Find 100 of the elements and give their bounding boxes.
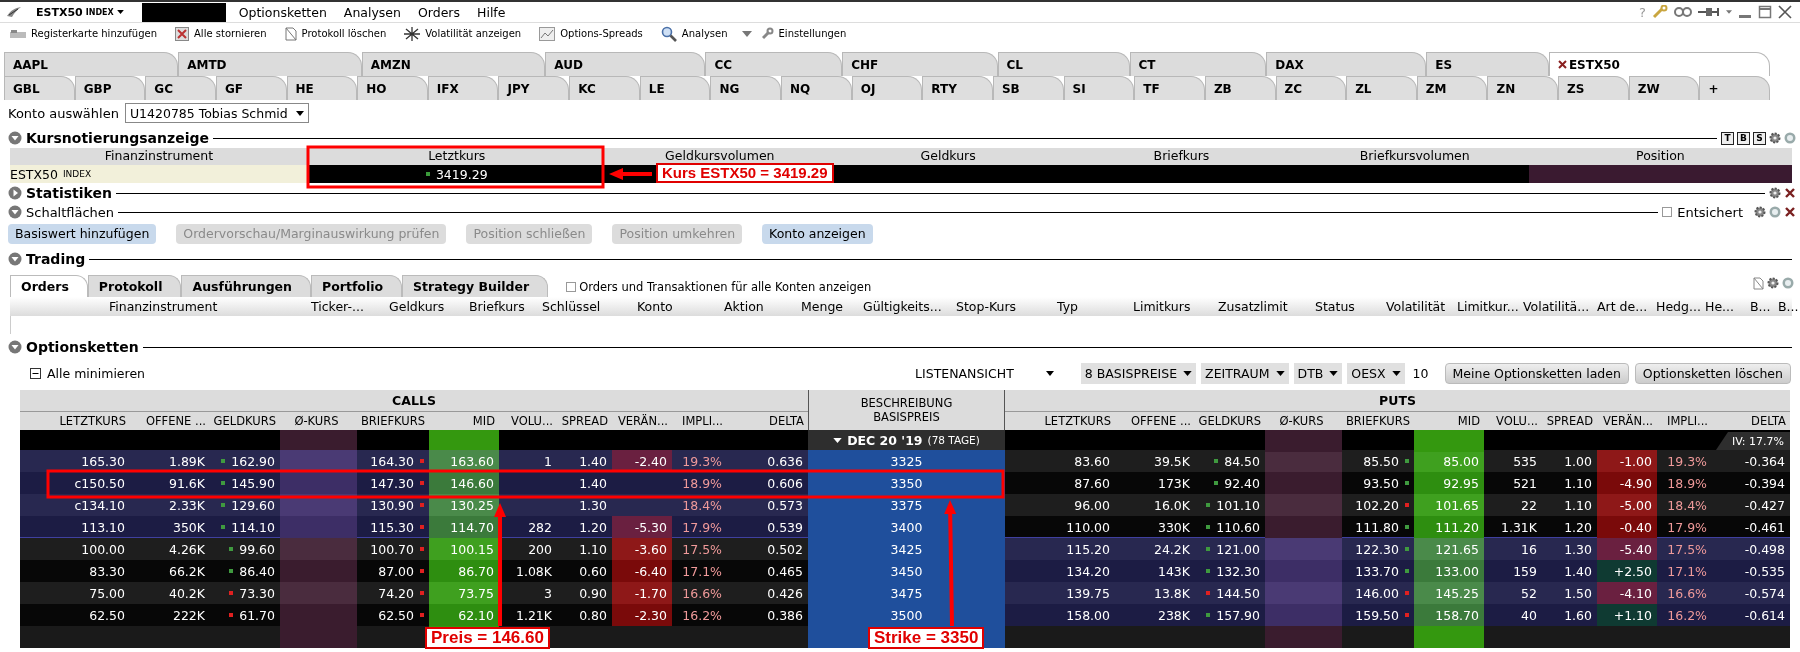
- instrument-tab[interactable]: GF: [215, 76, 287, 100]
- filter-dropdown[interactable]: DTB: [1293, 362, 1343, 384]
- instrument-tab[interactable]: AAPL: [4, 52, 179, 76]
- strike-cell[interactable]: 3450: [808, 560, 1005, 582]
- toolbar-button[interactable]: Options-Spreads: [535, 26, 647, 41]
- action-button[interactable]: Konto anzeigen: [762, 223, 873, 244]
- gear-icon[interactable]: [1754, 206, 1766, 218]
- strike-cell[interactable]: 3425: [808, 538, 1005, 560]
- instrument-tab[interactable]: GBL: [4, 76, 75, 100]
- instrument-tab[interactable]: ZS: [1558, 76, 1629, 100]
- view-button[interactable]: S: [1753, 131, 1766, 145]
- instrument-tab[interactable]: AMTD: [178, 52, 362, 76]
- view-button[interactable]: B: [1737, 131, 1750, 145]
- instrument-tab[interactable]: ZB: [1204, 76, 1276, 100]
- collapse-icon[interactable]: [8, 252, 22, 266]
- toolbar-button[interactable]: Analysen: [656, 25, 732, 42]
- action-button[interactable]: Basiswert hinzufügen: [8, 223, 157, 244]
- tab[interactable]: Strategy Builder: [402, 275, 549, 297]
- instrument-tab[interactable]: LE: [639, 76, 711, 100]
- collapse-all-link[interactable]: Alle minimieren: [47, 365, 146, 381]
- instrument-tab[interactable]: CHF: [842, 52, 998, 76]
- filter-dropdown[interactable]: OESX: [1347, 362, 1405, 384]
- link-icon[interactable]: [1674, 6, 1692, 18]
- menu-item[interactable]: Orders: [413, 4, 464, 20]
- filter-dropdown[interactable]: 8 BASISPREISE: [1080, 362, 1197, 384]
- instrument-tab[interactable]: TF: [1134, 76, 1205, 100]
- pin-icon[interactable]: [1698, 6, 1720, 18]
- strike-cell[interactable]: 3325: [808, 450, 1005, 472]
- toolbar-button[interactable]: Registerkarte hinzufügen: [6, 28, 161, 39]
- instrument-tab[interactable]: ZN: [1487, 76, 1559, 100]
- tab[interactable]: Orders: [10, 275, 88, 297]
- close-icon[interactable]: [1557, 60, 1567, 69]
- instrument-tab[interactable]: ESTX50: [1548, 52, 1770, 76]
- collapse-icon[interactable]: [8, 205, 22, 219]
- instrument-tab[interactable]: ZW: [1628, 76, 1700, 100]
- instrument-tab[interactable]: HO: [357, 76, 428, 100]
- instrument-tab[interactable]: DAX: [1266, 52, 1427, 76]
- instrument-tab[interactable]: CL: [997, 52, 1130, 76]
- tab[interactable]: Protokoll: [87, 275, 182, 297]
- instrument-tab[interactable]: IFX: [427, 76, 499, 100]
- table-cell: 0.573: [767, 497, 803, 513]
- close-icon[interactable]: [1784, 187, 1796, 199]
- checkbox[interactable]: [1662, 207, 1673, 217]
- close-icon[interactable]: [1778, 5, 1792, 19]
- chain-button[interactable]: Meine Optionsketten laden: [1444, 362, 1629, 384]
- instrument-tab[interactable]: CC: [705, 52, 843, 76]
- document-icon[interactable]: [1753, 277, 1764, 290]
- collapse-icon[interactable]: [8, 131, 22, 145]
- strike-cell[interactable]: 3500: [808, 604, 1005, 626]
- table-cell: 100.00: [81, 541, 125, 557]
- instrument-tab[interactable]: ZL: [1346, 76, 1417, 100]
- collapse-all-icon[interactable]: [30, 367, 41, 379]
- account-select[interactable]: U1420785 Tobias Schmid: [124, 103, 309, 123]
- toolbar-button[interactable]: Volatilität anzeigen: [400, 26, 526, 41]
- instrument-tab[interactable]: SI: [1063, 76, 1135, 100]
- close-icon[interactable]: [1784, 206, 1796, 218]
- menu-item[interactable]: Analysen: [339, 4, 405, 20]
- filter-dropdown[interactable]: ZEITRAUM: [1201, 362, 1289, 384]
- instrument-tab[interactable]: GC: [145, 76, 216, 100]
- expand-icon[interactable]: [8, 186, 22, 200]
- view-dropdown[interactable]: LISTENANSICHT: [911, 362, 1058, 384]
- toolbar-button[interactable]: Protokoll löschen: [280, 26, 391, 41]
- gear-icon[interactable]: [1767, 277, 1779, 289]
- instrument-menu[interactable]: ESTX50 INDEX: [32, 5, 128, 19]
- instrument-tab[interactable]: ZC: [1275, 76, 1347, 100]
- instrument-tab[interactable]: AUD: [545, 52, 706, 76]
- instrument-tab[interactable]: GBP: [74, 76, 146, 100]
- instrument-tab[interactable]: CT: [1129, 52, 1267, 76]
- instrument-tab[interactable]: KC: [569, 76, 640, 100]
- strike-cell[interactable]: 3475: [808, 582, 1005, 604]
- instrument-tab[interactable]: RTY: [922, 76, 993, 100]
- view-button[interactable]: T: [1721, 131, 1734, 145]
- instrument-tab[interactable]: HE: [286, 76, 358, 100]
- tab[interactable]: Ausführungen: [181, 275, 311, 297]
- expiry-toggle[interactable]: DEC 20 '19 (78 TAGE): [808, 430, 1005, 450]
- wrench-icon[interactable]: [1652, 5, 1668, 19]
- instrument-tab[interactable]: OJ: [851, 76, 923, 100]
- menu-item[interactable]: Optionsketten: [234, 4, 331, 20]
- instrument-tab[interactable]: NQ: [781, 76, 852, 100]
- menu-item[interactable]: Hilfe: [473, 4, 510, 20]
- instrument-tab[interactable]: NG: [710, 76, 782, 100]
- checkbox[interactable]: [566, 282, 577, 292]
- collapse-icon[interactable]: [8, 340, 22, 354]
- instrument-tab[interactable]: SB: [992, 76, 1064, 100]
- instrument-tab[interactable]: AMZN: [361, 52, 546, 76]
- toolbar-button[interactable]: Alle stornieren: [171, 26, 271, 41]
- table-cell: 1.50: [1564, 585, 1592, 601]
- column-header: MID: [471, 414, 496, 428]
- chain-button[interactable]: Optionsketten löschen: [1634, 362, 1791, 384]
- gear-icon[interactable]: [1769, 187, 1781, 199]
- toolbar-button[interactable]: Einstellungen: [755, 26, 851, 41]
- instrument-tab[interactable]: ES: [1426, 52, 1549, 76]
- strike-cell[interactable]: 3400: [808, 516, 1005, 538]
- instrument-tab[interactable]: +: [1699, 76, 1770, 100]
- gear-icon[interactable]: [1769, 132, 1781, 144]
- table-cell: 83.30: [89, 563, 125, 579]
- tab[interactable]: Portfolio: [311, 275, 403, 297]
- instrument-tab[interactable]: ZM: [1416, 76, 1488, 100]
- instrument-tab[interactable]: JPY: [498, 76, 570, 100]
- maximize-icon[interactable]: [1758, 5, 1772, 19]
